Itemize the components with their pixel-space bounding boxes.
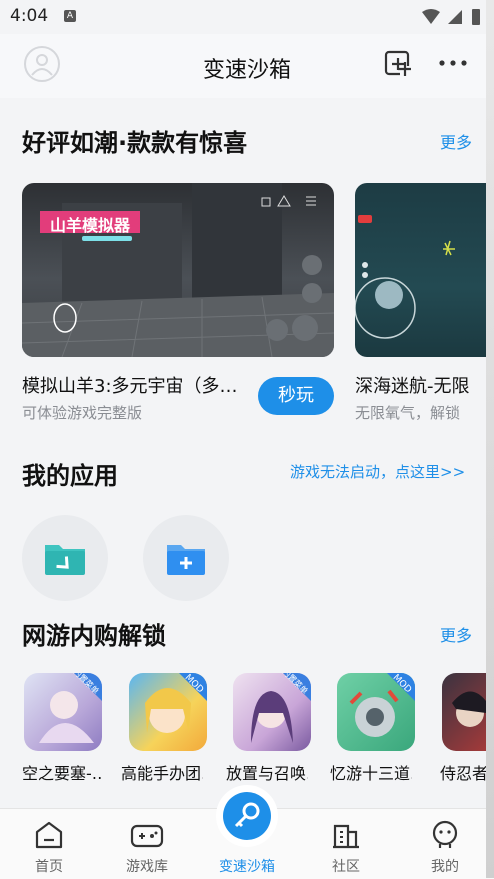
game-name-5[interactable]: 侍忍者	[440, 760, 486, 784]
featured-card-title-1[interactable]: 模拟山羊3:多元宇宙（多…	[22, 372, 250, 398]
status-time: 4:04	[10, 6, 49, 26]
nav-community-label: 社区	[332, 859, 360, 875]
featured-more-link[interactable]: 更多	[440, 129, 472, 153]
building-icon	[333, 824, 359, 849]
game-name-2[interactable]: 高能手办团…	[121, 760, 203, 784]
key-icon	[223, 792, 271, 840]
game-name-1[interactable]: 空之要塞-…	[22, 760, 104, 784]
notification-icon: A	[64, 10, 76, 22]
featured-card-image-2[interactable]	[355, 183, 486, 357]
status-icons	[422, 9, 480, 25]
signal-icon	[448, 10, 462, 24]
page-title: 变速沙箱	[202, 58, 291, 83]
folder-download-icon	[45, 545, 85, 575]
nav-profile[interactable]: 我的	[405, 818, 485, 876]
nav-community[interactable]: 社区	[306, 818, 386, 876]
nav-speed-sandbox-label: 变速沙箱	[219, 859, 275, 875]
game-art-5	[452, 691, 486, 727]
launch-help-link[interactable]: 游戏无法启动，点这里>>	[290, 461, 465, 482]
featured-card-image-1[interactable]: 山羊模拟器	[22, 183, 334, 357]
card-banner-text: 山羊模拟器	[49, 216, 130, 235]
nav-game-library[interactable]: 游戏库	[107, 818, 187, 876]
home-icon	[35, 821, 63, 849]
more-menu-icon[interactable]	[438, 58, 468, 68]
window-edge	[486, 0, 494, 878]
featured-card-subtitle-2: 无限氧气，解锁	[355, 404, 461, 422]
add-app-folder[interactable]	[143, 515, 229, 601]
featured-card-subtitle-1: 可体验游戏完整版	[22, 404, 143, 422]
add-window-icon[interactable]	[384, 50, 412, 78]
app-download-folder[interactable]	[22, 515, 108, 601]
game-icon-5[interactable]	[442, 673, 486, 751]
game-icon-3[interactable]: 内置菜单	[233, 673, 311, 751]
nav-speed-sandbox[interactable]: 变速沙箱	[207, 780, 287, 876]
game-icon-4[interactable]: MOD	[337, 673, 415, 751]
section-unlock-title: 网游内购解锁	[22, 622, 166, 650]
battery-icon	[472, 9, 480, 25]
section-apps-title: 我的应用	[22, 462, 118, 490]
wifi-icon	[422, 9, 440, 24]
featured-card-title-2[interactable]: 深海迷航-无限	[355, 372, 486, 398]
game-screenshot-2	[355, 215, 455, 339]
nav-profile-label: 我的	[431, 859, 459, 875]
profile-face-icon	[432, 820, 458, 848]
unlock-more-link[interactable]: 更多	[440, 622, 472, 646]
instant-play-button[interactable]: 秒玩	[258, 377, 334, 415]
section-featured-title: 好评如潮·款款有惊喜	[22, 129, 248, 157]
folder-add-icon	[167, 545, 205, 575]
gamepad-icon	[130, 824, 164, 848]
nav-game-library-label: 游戏库	[126, 859, 168, 875]
nav-home[interactable]: 首页	[9, 818, 89, 876]
game-screenshot	[22, 183, 334, 357]
nav-home-label: 首页	[35, 859, 63, 875]
game-icon-2[interactable]: MOD	[129, 673, 207, 751]
game-name-4[interactable]: 忆游十三道…	[330, 760, 412, 784]
game-icon-1[interactable]: 内置菜单	[24, 673, 102, 751]
